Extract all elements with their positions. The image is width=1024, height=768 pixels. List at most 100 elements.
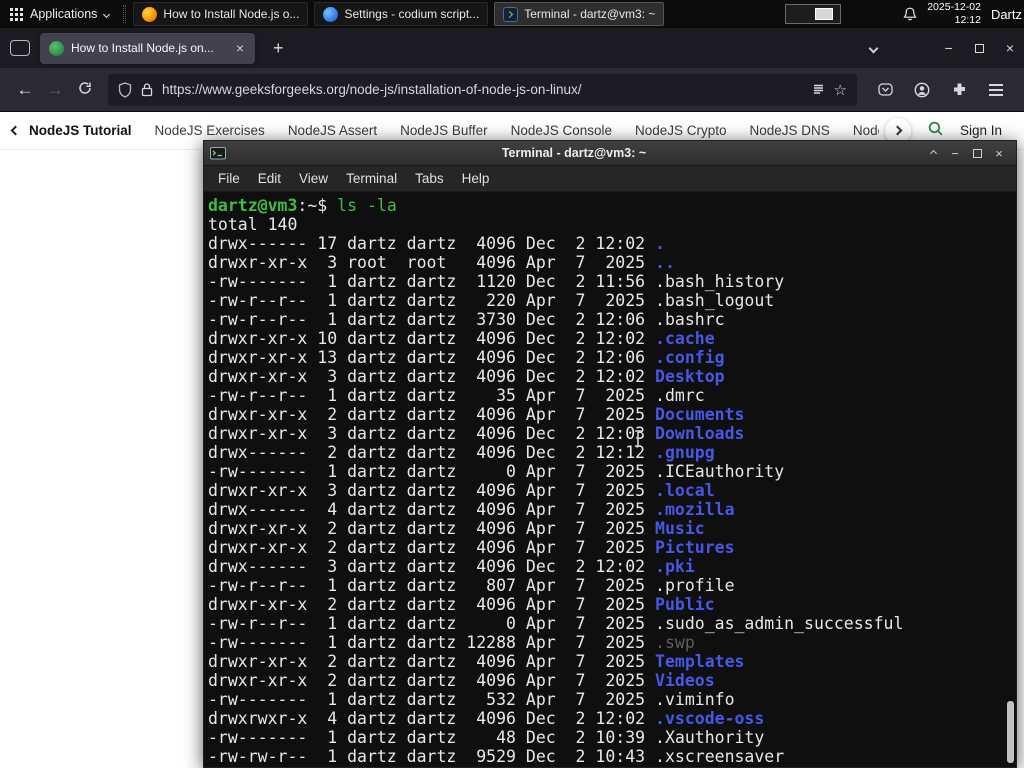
sign-in-button[interactable]: Sign In xyxy=(960,123,1002,138)
reload-button[interactable] xyxy=(70,80,100,100)
terminal-line: -rw------- 1 dartz dartz 0 Apr 7 2025 .I… xyxy=(208,462,785,481)
terminal-menu-item[interactable]: View xyxy=(290,171,337,186)
lock-icon[interactable] xyxy=(141,82,153,97)
terminal-line: -rw------- 1 dartz dartz 48 Dec 2 10:39 … xyxy=(208,728,765,747)
site-nav-item[interactable]: NodeJS Crypto xyxy=(635,123,727,138)
terminal-line: -rw-r--r-- 1 dartz dartz 807 Apr 7 2025 … xyxy=(208,576,735,595)
firefox-view-icon[interactable] xyxy=(10,40,30,56)
terminal-title-bar[interactable]: Terminal - dartz@vm3: ~ − × xyxy=(204,141,1016,166)
navbar-extensions-area xyxy=(871,76,1010,104)
terminal-line: drwxr-xr-x 3 dartz dartz 4096 Dec 2 12:0… xyxy=(208,367,725,386)
terminal-entries: drwx------ 17 dartz dartz 4096 Dec 2 12:… xyxy=(208,234,1015,766)
tab-close-icon[interactable]: × xyxy=(234,39,246,57)
terminal-menu-item[interactable]: File xyxy=(209,171,249,186)
terminal-line: drwxr-xr-x 2 dartz dartz 4096 Apr 7 2025… xyxy=(208,652,745,671)
browser-tab[interactable]: How to Install Node.js on... × xyxy=(40,32,255,64)
url-bar[interactable]: https://www.geeksforgeeks.org/node-js/in… xyxy=(108,73,857,106)
codium-icon xyxy=(323,6,339,22)
window-maximize-button[interactable] xyxy=(974,43,984,53)
site-nav-item[interactable]: NodeJS DNS xyxy=(750,123,830,138)
window-minimize-button[interactable]: − xyxy=(945,40,953,56)
terminal-line: -rw-r--r-- 1 dartz dartz 0 Apr 7 2025 .s… xyxy=(208,614,904,633)
browser-nav-bar: ← → https://www.geeksforgeeks.org/node-j… xyxy=(0,68,1024,112)
account-icon[interactable] xyxy=(908,76,936,104)
menu-icon[interactable] xyxy=(982,76,1010,104)
search-icon[interactable] xyxy=(927,120,944,142)
terminal-line: -rw-r--r-- 1 dartz dartz 220 Apr 7 2025 … xyxy=(208,291,775,310)
terminal-icon xyxy=(503,6,519,22)
taskbar-item-label: How to Install Node.js o... xyxy=(163,7,300,21)
terminal-menu-item[interactable]: Tabs xyxy=(406,171,453,186)
taskbar-item-label: Settings - codium script... xyxy=(344,7,480,21)
chevron-down-icon xyxy=(103,10,111,18)
terminal-line: drwxr-xr-x 2 dartz dartz 4096 Apr 7 2025… xyxy=(208,595,715,614)
nav-scroll-left-icon[interactable] xyxy=(10,125,21,136)
terminal-scrollbar[interactable] xyxy=(1005,193,1015,766)
terminal-menu-item[interactable]: Help xyxy=(453,171,499,186)
taskbar-item-label: Terminal - dartz@vm3: ~ xyxy=(524,7,656,21)
site-nav-item[interactable]: NodeJS Tutorial xyxy=(29,123,132,138)
terminal-line: drwx------ 2 dartz dartz 4096 Dec 2 12:1… xyxy=(208,443,715,462)
tab-title: How to Install Node.js on... xyxy=(71,41,214,55)
terminal-minimize-button[interactable]: − xyxy=(944,141,966,165)
workspace-pager[interactable] xyxy=(785,4,842,24)
tab-list-chevron-icon[interactable] xyxy=(868,43,879,53)
terminal-close-button[interactable]: × xyxy=(988,141,1010,165)
reader-view-icon[interactable] xyxy=(812,83,825,96)
terminal-line: -rw------- 1 dartz dartz 12288 Apr 7 202… xyxy=(208,633,695,652)
taskbar-item-browser[interactable]: How to Install Node.js o... xyxy=(133,2,309,26)
gfg-favicon xyxy=(49,40,64,56)
taskbar-item-terminal[interactable]: Terminal - dartz@vm3: ~ xyxy=(494,2,665,26)
prompt-user-host: dartz@vm3 xyxy=(208,196,298,215)
new-tab-button[interactable]: + xyxy=(267,38,290,59)
terminal-line: drwxr-xr-x 10 dartz dartz 4096 Dec 2 12:… xyxy=(208,329,715,348)
terminal-line: drwxrwxr-x 4 dartz dartz 4096 Dec 2 12:0… xyxy=(208,709,765,728)
terminal-total-line: total 140 xyxy=(208,215,298,234)
terminal-line: drwx------ 3 dartz dartz 4096 Dec 2 12:0… xyxy=(208,557,695,576)
applications-grid-icon xyxy=(10,7,23,21)
terminal-scrollbar-thumb[interactable] xyxy=(1007,701,1014,763)
clock-time: 12:12 xyxy=(954,14,981,26)
terminal-line: drwxr-xr-x 3 root root 4096 Apr 7 2025 .… xyxy=(208,253,675,272)
terminal-line: drwxr-xr-x 2 dartz dartz 4096 Apr 7 2025… xyxy=(208,538,735,557)
site-nav-item[interactable]: NodeJS Assert xyxy=(288,123,377,138)
top-panel: Applications How to Install Node.js o...… xyxy=(0,0,1024,28)
terminal-line: drwxr-xr-x 2 dartz dartz 4096 Apr 7 2025… xyxy=(208,671,715,690)
terminal-output[interactable]: dartz@vm3:~$ ls -la total 140 drwx------… xyxy=(205,193,1015,767)
terminal-menubar: File Edit View Terminal Tabs Help xyxy=(204,166,1016,192)
site-nav-item[interactable]: NodeJS Console xyxy=(511,123,612,138)
terminal-line: drwxr-xr-x 13 dartz dartz 4096 Dec 2 12:… xyxy=(208,348,725,367)
site-nav-item[interactable]: NodeJS Buffer xyxy=(400,123,488,138)
terminal-line: -rw-rw-r-- 1 dartz dartz 9529 Dec 2 10:4… xyxy=(208,747,785,766)
terminal-line: -rw-r--r-- 1 dartz dartz 35 Apr 7 2025 .… xyxy=(208,386,705,405)
browser-tab-bar: How to Install Node.js on... × + − × xyxy=(0,28,1024,68)
window-close-button[interactable]: × xyxy=(1006,40,1014,56)
pocket-icon[interactable] xyxy=(871,76,899,104)
bookmark-star-icon[interactable]: ☆ xyxy=(834,81,847,99)
site-nav-item[interactable]: NodeJS Exercises xyxy=(155,123,265,138)
terminal-line: drwx------ 17 dartz dartz 4096 Dec 2 12:… xyxy=(208,234,665,253)
notification-bell-icon[interactable] xyxy=(903,7,917,22)
workspace-cell[interactable] xyxy=(785,4,842,24)
back-button[interactable]: ← xyxy=(10,80,40,100)
panel-status-area: 2025-12-02 12:12 Dartz xyxy=(903,1,1022,26)
extensions-icon[interactable] xyxy=(945,76,973,104)
forward-button[interactable]: → xyxy=(40,80,70,100)
shield-icon[interactable] xyxy=(118,81,132,98)
terminal-menu-item[interactable]: Edit xyxy=(249,171,290,186)
applications-menu-button[interactable]: Applications xyxy=(0,0,119,28)
url-text[interactable]: https://www.geeksforgeeks.org/node-js/in… xyxy=(162,82,803,97)
terminal-line: drwx------ 4 dartz dartz 4096 Apr 7 2025… xyxy=(208,500,735,519)
site-nav-item[interactable]: Node xyxy=(853,123,879,138)
terminal-line: drwxr-xr-x 3 dartz dartz 4096 Dec 2 12:0… xyxy=(208,424,745,443)
workspace-mini-window xyxy=(815,8,834,20)
terminal-rollup-button[interactable] xyxy=(922,141,944,165)
panel-clock[interactable]: 2025-12-02 12:12 xyxy=(927,1,981,26)
terminal-line: drwxr-xr-x 2 dartz dartz 4096 Apr 7 2025… xyxy=(208,405,745,424)
clock-date: 2025-12-02 xyxy=(927,1,981,14)
firefox-icon xyxy=(142,6,158,22)
taskbar-item-codium[interactable]: Settings - codium script... xyxy=(314,2,489,26)
terminal-maximize-button[interactable] xyxy=(966,141,988,165)
terminal-menu-item[interactable]: Terminal xyxy=(337,171,406,186)
terminal-line: drwxr-xr-x 3 dartz dartz 4096 Apr 7 2025… xyxy=(208,481,715,500)
